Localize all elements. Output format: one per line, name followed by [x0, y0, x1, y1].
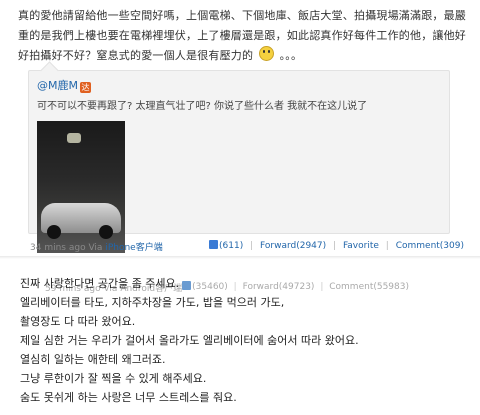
car-tire — [99, 225, 113, 239]
translation-line: 숨도 못쉬게 하는 사랑은 너무 스트레스를 줘요. — [20, 391, 237, 404]
translation-line: 제일 심한 거는 우리가 걸어서 올라가도 엘리베이터에 숨어서 따라 왔어요. — [20, 334, 359, 347]
post-ellipsis: 。。。 — [279, 49, 303, 62]
post-comment[interactable]: Comment(309) — [396, 241, 464, 251]
section-divider — [0, 256, 480, 259]
post-source[interactable]: iPhone客户端 — [105, 243, 162, 253]
repost-text: 可不可以不要再跟了? 太理直气壮了吧? 你说了些什么者 我就不在这儿说了 — [37, 101, 368, 112]
car-tire — [47, 225, 61, 239]
post-likes[interactable]: (611) — [219, 241, 243, 251]
post-text: 真的愛他請留給他一些空間好嗎，上個電梯、下個地庫、飯店大堂、拍攝現場滿滿跟，最嚴… — [18, 6, 466, 66]
post-favorite[interactable]: Favorite — [343, 241, 379, 251]
post-actions: (611) | Forward(2947) | Favorite | Comme… — [209, 240, 464, 251]
embarrassed-emoji-icon — [258, 46, 274, 61]
repost-box: @M鹿M 达 可不可以不要再跟了? 太理直气壮了吧? 你说了些什么者 我就不在这儿… — [28, 61, 450, 294]
post-body: 真的愛他請留給他一些空間好嗎，上個電梯、下個地庫、飯店大堂、拍攝現場滿滿跟，最嚴… — [18, 9, 466, 62]
translation-line: 엘리베이터를 타도, 지하주차장을 가도, 밥을 먹으러 가도, — [20, 296, 285, 309]
post-via: Via — [88, 243, 103, 253]
repost-author-name[interactable]: @M鹿M — [37, 79, 78, 92]
translation-line: 진짜 사랑한다면 공간을 좀 주세요. — [20, 277, 180, 290]
repost-photo[interactable] — [37, 121, 125, 253]
thumb-up-icon[interactable] — [209, 240, 219, 249]
translation-line: 열심히 일하는 애한테 왜그러죠. — [20, 353, 166, 366]
post-meta: 34 mins ago Via iPhone客户端 — [30, 240, 163, 253]
vip-badge-icon: 达 — [79, 82, 91, 93]
ceiling-light — [67, 133, 81, 143]
korean-translation: 진짜 사랑한다면 공간을 좀 주세요. 엘리베이터를 타도, 지하주차장을 가도… — [20, 274, 472, 407]
translation-line: 촬영장도 다 따라 왔어요. — [20, 315, 136, 328]
translation-line: 그냥 루한이가 잘 찍을 수 있게 해주세요. — [20, 372, 207, 385]
repost-author[interactable]: @M鹿M 达 — [37, 77, 91, 93]
post-forward[interactable]: Forward(2947) — [260, 241, 326, 251]
post-time[interactable]: 34 mins ago — [30, 243, 86, 253]
